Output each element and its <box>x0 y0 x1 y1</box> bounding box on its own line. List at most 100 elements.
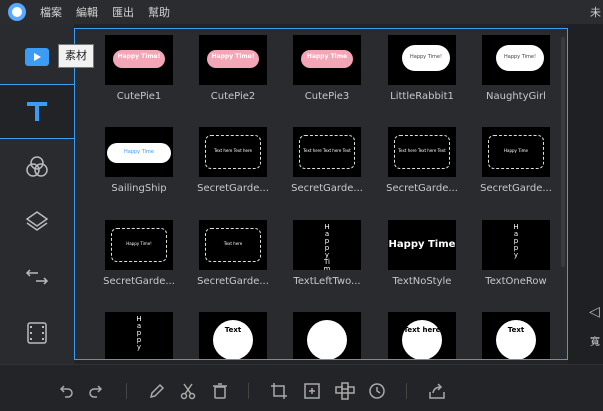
thumbnail-text: Happy <box>136 315 142 351</box>
template-label: CutePie3 <box>304 91 350 102</box>
mosaic-icon <box>335 382 355 400</box>
redo-icon <box>89 385 103 398</box>
menu-edit[interactable]: 編輯 <box>76 4 98 20</box>
edit-button[interactable] <box>146 380 168 402</box>
film-strip-icon <box>27 322 47 344</box>
thumbnail-text: Happy Time <box>306 53 348 60</box>
app-logo-icon <box>8 3 26 21</box>
delete-button[interactable] <box>209 380 231 402</box>
tool-rail <box>0 24 74 364</box>
thumbnail-text: Happy Time! <box>410 54 442 60</box>
thumbnail-text: Happy Time! <box>126 241 152 246</box>
template-thumbnail <box>293 312 361 359</box>
cut-scissors-icon <box>180 383 196 400</box>
template-thumbnail: Text here Text here Text <box>293 127 361 177</box>
template-thumbnail: Text here <box>199 220 267 270</box>
template-thumbnail: Happy Time <box>105 127 173 177</box>
template-label: NaughtyGirl <box>486 91 546 102</box>
rail-filters-button[interactable] <box>0 140 74 194</box>
template-thumbnail: Happy Time <box>388 220 456 270</box>
thumbnail-text: Happy Time! <box>211 53 255 60</box>
template-thumbnail: Happy Time! <box>199 35 267 85</box>
thumbnail-text: Happy <box>513 223 519 259</box>
rail-elements-button[interactable] <box>0 306 74 360</box>
template-thumbnail: Text <box>482 312 550 359</box>
thumbnail-bubble <box>307 320 347 359</box>
bottom-toolbar <box>0 364 603 411</box>
template-thumbnail: Text here Text here Text <box>388 127 456 177</box>
app-window: 檔案 編輯 匯出 幫助 未 素材 Happy Time! CutePie1 Ha… <box>0 0 603 411</box>
template-thumbnail: Happy Time <box>293 220 361 270</box>
zoom-fit-icon <box>304 383 320 399</box>
template-thumbnail: Happy <box>105 312 173 359</box>
thumbnail-text: Happy Time <box>388 239 456 250</box>
preview-strip: ◁ <box>568 24 603 364</box>
menu-file[interactable]: 檔案 <box>40 4 62 20</box>
share-export-icon <box>429 383 445 399</box>
thumbnail-text: Text here Text here Text <box>398 148 446 153</box>
thumbnail-text: Text here Text here Text <box>303 148 351 153</box>
template-label: SecretGarde... <box>480 183 552 194</box>
thumbnail-text: Happy Time <box>124 149 154 155</box>
edit-pencil-icon <box>149 383 165 399</box>
template-label: TextLeftTwo... <box>293 276 361 287</box>
collapse-left-icon[interactable]: ◁ <box>589 304 600 320</box>
template-label: SecretGarde... <box>386 183 458 194</box>
thumbnail-text: Text here <box>223 241 243 246</box>
template-label: SailingShip <box>111 183 167 194</box>
rail-transitions-button[interactable] <box>0 250 74 304</box>
crop-icon <box>271 383 287 399</box>
cut-button[interactable] <box>177 380 199 402</box>
duration-button[interactable] <box>366 380 388 402</box>
template-thumbnail: Happy Time! <box>482 35 550 85</box>
toolbar-separator <box>126 383 127 399</box>
undo-icon <box>59 385 73 398</box>
template-label: TextNoStyle <box>392 276 452 287</box>
tooltip: 素材 <box>58 44 94 68</box>
template-label: SecretGarde... <box>291 183 363 194</box>
template-label: CutePie2 <box>210 91 256 102</box>
thumbnail-text: Text <box>224 326 242 334</box>
media-folder-icon <box>25 48 49 66</box>
redo-button[interactable] <box>86 380 108 402</box>
overlays-layers-icon <box>25 211 49 231</box>
menu-bar: 檔案 編輯 匯出 幫助 未 <box>0 0 603 24</box>
transition-arrows-icon <box>25 269 49 285</box>
template-thumbnail: Text here <box>388 312 456 359</box>
text-t-icon <box>27 102 47 121</box>
thumbnail-text: Text here Text here <box>213 148 253 153</box>
menu-help[interactable]: 幫助 <box>148 4 170 20</box>
scrollbar[interactable] <box>561 37 565 267</box>
thumbnail-text: Happy Time <box>323 223 331 271</box>
crop-button[interactable] <box>268 380 290 402</box>
rail-overlays-button[interactable] <box>0 194 74 248</box>
text-template-panel: Happy Time! CutePie1 Happy Time! CutePie2 Ha… <box>74 28 568 360</box>
template-label: TextOneRow <box>485 276 547 287</box>
thumbnail-text: Happy Time! <box>504 54 536 60</box>
toolbar-separator <box>406 383 407 399</box>
share-button[interactable] <box>426 380 448 402</box>
template-thumbnail: Happy Time <box>293 35 361 85</box>
duration-clock-icon <box>369 383 385 399</box>
thumbnail-text: Text <box>507 326 525 334</box>
template-thumbnail: Happy Time <box>482 127 550 177</box>
rail-text-button[interactable] <box>0 84 74 138</box>
template-thumbnail: Happy Time! <box>388 35 456 85</box>
toolbar-separator <box>248 383 249 399</box>
delete-trash-icon <box>213 383 227 399</box>
right-label: 寬 <box>590 337 600 348</box>
template-label: SecretGarde... <box>197 183 269 194</box>
template-label: SecretGarde... <box>103 276 175 287</box>
template-label: SecretGarde... <box>197 276 269 287</box>
mosaic-button[interactable] <box>334 380 356 402</box>
template-label: LittleRabbit1 <box>390 91 454 102</box>
template-thumbnail: Happy Time! <box>105 220 173 270</box>
template-label: CutePie1 <box>116 91 162 102</box>
menu-right-text: 未 <box>590 6 601 19</box>
undo-button[interactable] <box>54 380 76 402</box>
thumbnail-text: Text here <box>403 326 441 334</box>
filters-icon <box>26 156 48 177</box>
zoom-fit-button[interactable] <box>301 380 323 402</box>
menu-export[interactable]: 匯出 <box>112 4 134 20</box>
template-thumbnail: Text <box>199 312 267 359</box>
